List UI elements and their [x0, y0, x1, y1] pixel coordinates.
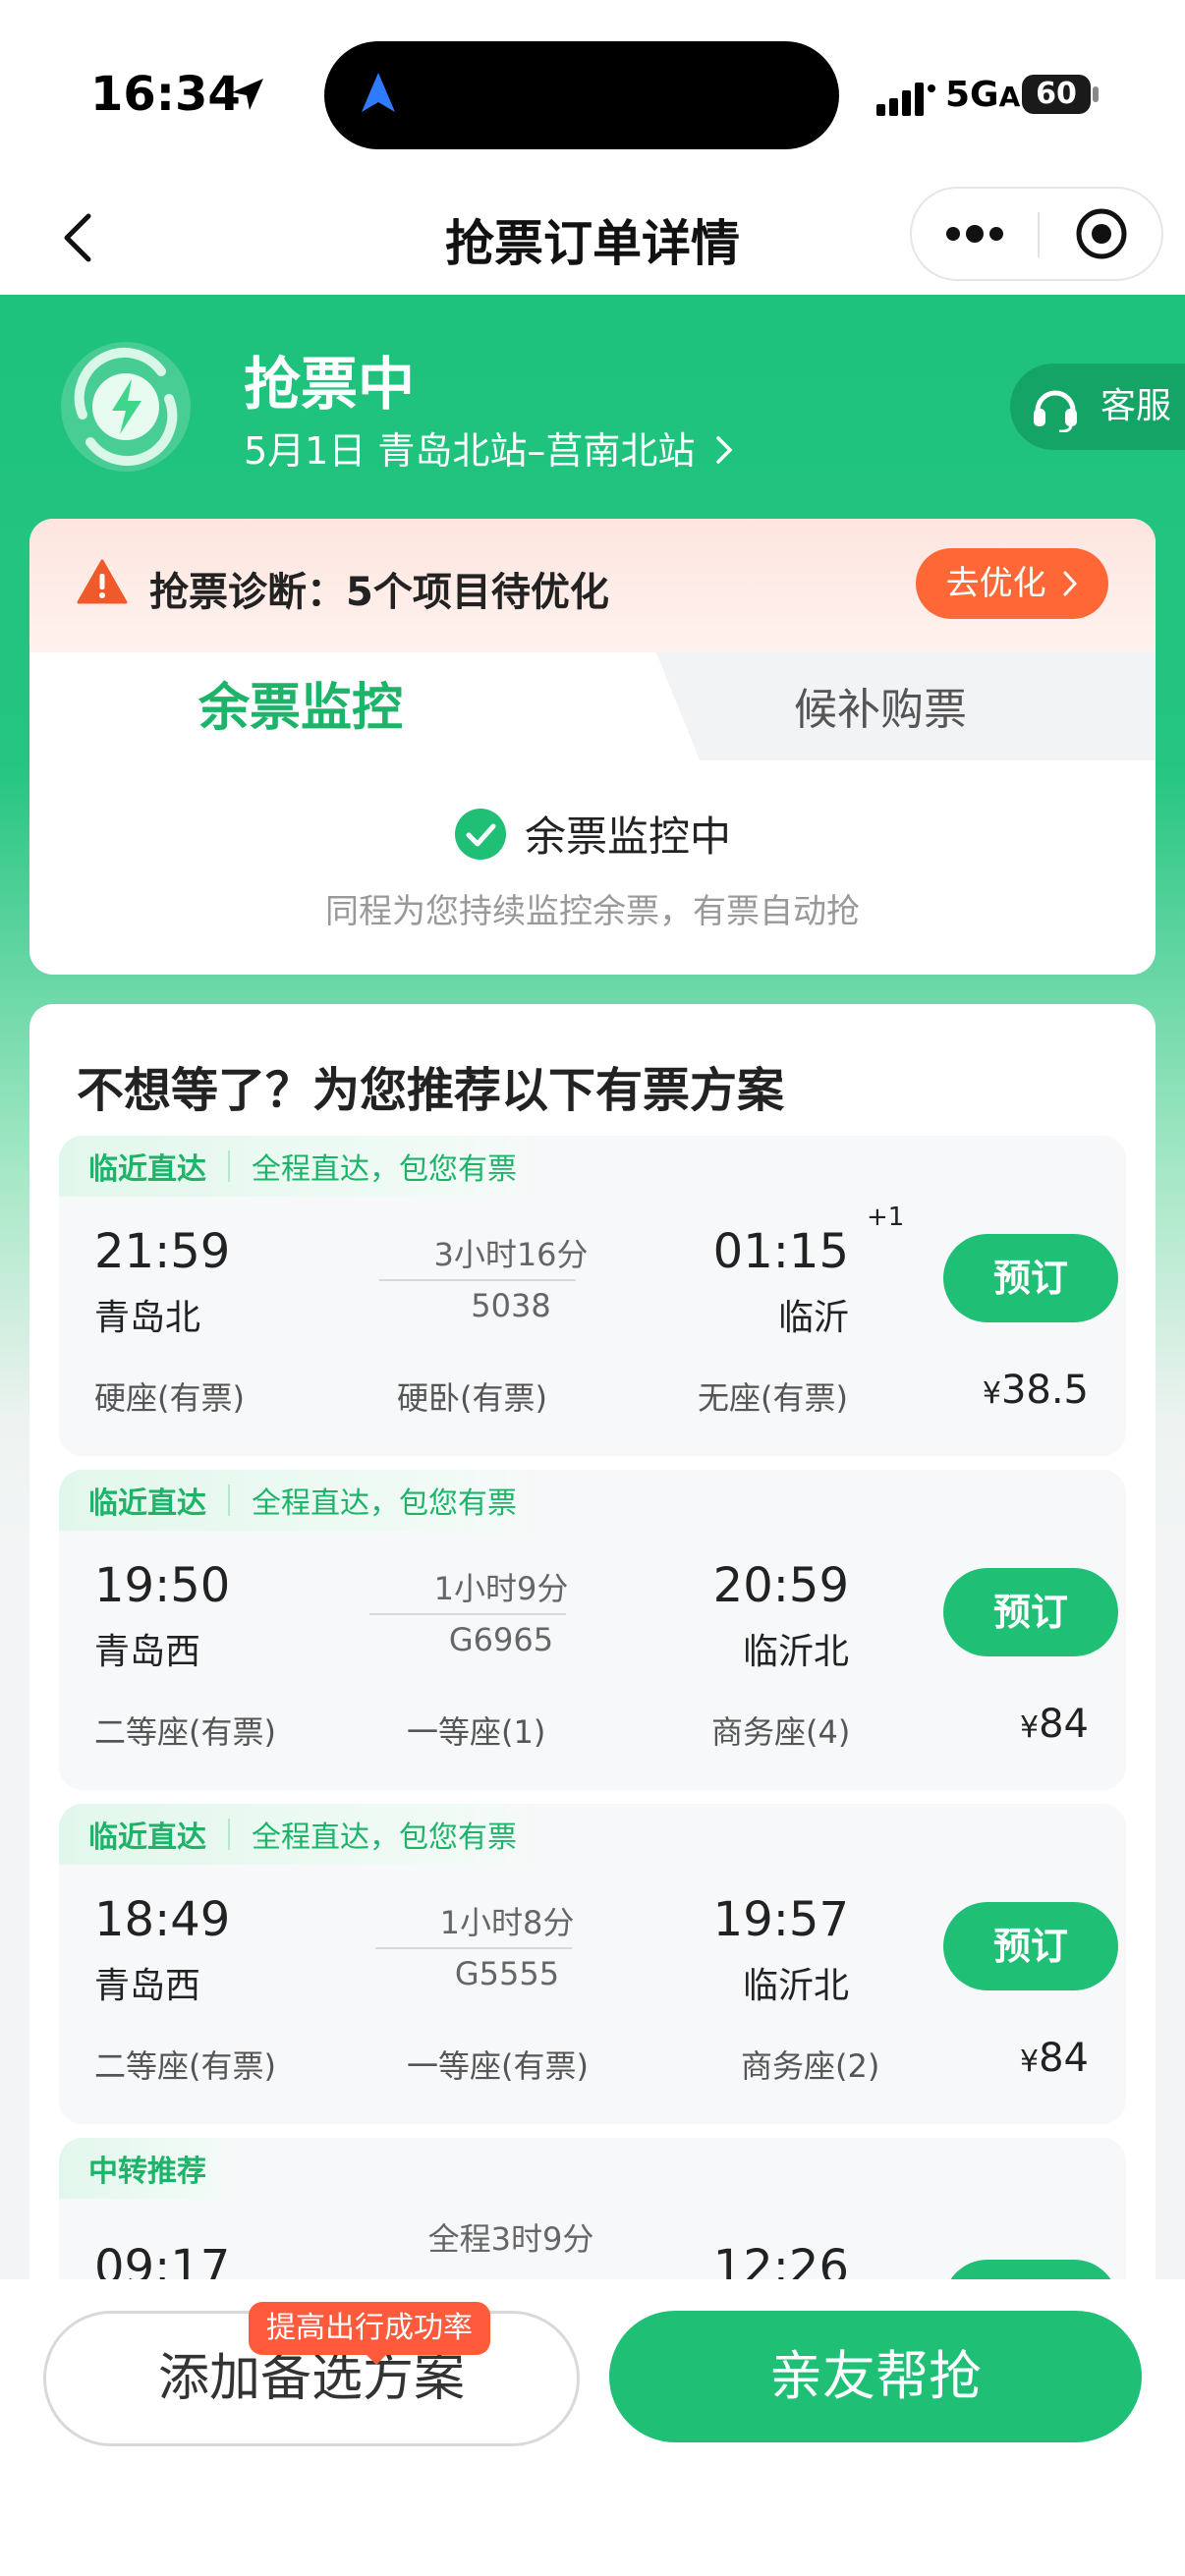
close-miniprogram-button[interactable]	[1040, 189, 1163, 279]
direct-tag: 临近直达 全程直达，包您有票	[59, 1470, 546, 1531]
seat-type: 商务座(2)	[741, 2047, 880, 2085]
check-circle-icon	[454, 808, 506, 860]
train-option-card[interactable]: 临近直达 全程直达，包您有票 21:59 青岛北 3小时16分 5038 01:1…	[59, 1136, 1126, 1456]
arrival-time: 20:59	[712, 1558, 849, 1613]
grab-status-title: 抢票中	[244, 351, 416, 418]
warning-icon	[77, 559, 128, 604]
friend-help-button[interactable]: 亲友帮抢	[609, 2311, 1142, 2442]
direct-tag: 临近直达 全程直达，包您有票	[59, 1136, 546, 1197]
train-option-card[interactable]: 临近直达 全程直达，包您有票 19:50 青岛西 1小时9分 G6965 20:5…	[59, 1470, 1126, 1790]
location-arrow-icon	[232, 79, 263, 110]
seat-type: 二等座(有票)	[94, 2047, 276, 2085]
success-rate-tip: 提高出行成功率	[249, 2302, 490, 2365]
diagnosis-bar: 抢票诊断：5个项目待优化 去优化	[29, 519, 1156, 652]
monitor-card: 抢票诊断：5个项目待优化 去优化 余票监控 候补购票 余票监控中 同程为您持续监…	[29, 519, 1156, 975]
ticket-price: ¥38.5	[982, 1368, 1089, 1413]
duration-line	[375, 1947, 572, 1949]
train-number: 5038	[471, 1287, 551, 1324]
duration-line	[369, 1613, 566, 1615]
battery-level: 60	[1022, 75, 1091, 114]
battery-tip	[1093, 86, 1099, 102]
more-button[interactable]	[912, 189, 1038, 279]
headset-icon	[1034, 390, 1077, 432]
monitor-status-text: 余票监控中	[524, 812, 731, 861]
tab-waitlist-label: 候补购票	[794, 685, 967, 735]
customer-service-button[interactable]: 客服	[1010, 364, 1185, 450]
travel-duration: 1小时9分	[433, 1570, 569, 1607]
nav-bar: 抢票订单详情	[0, 177, 1185, 295]
seat-type: 硬卧(有票)	[397, 1379, 547, 1417]
departure-station: 青岛西	[94, 1966, 201, 2006]
arrival-station: 临沂北	[742, 1632, 849, 1672]
book-button[interactable]: 预订	[943, 1902, 1118, 1990]
add-alternative-button[interactable]: 添加备选方案 提高出行成功率	[43, 2302, 580, 2446]
navigation-arrow-icon	[362, 73, 395, 112]
arrival-station: 临沂北	[742, 1966, 849, 2006]
seat-type: 一等座(有票)	[407, 2047, 589, 2085]
departure-station: 青岛西	[94, 1632, 201, 1672]
book-button[interactable]: 预订	[943, 1568, 1118, 1656]
optimize-button[interactable]: 去优化	[916, 548, 1108, 619]
more-dots-icon	[946, 225, 1003, 243]
departure-time: 18:49	[94, 1892, 231, 1947]
departure-time: 19:50	[94, 1558, 231, 1613]
back-button[interactable]	[39, 198, 118, 277]
diagnosis-text: 抢票诊断：5个项目待优化	[149, 570, 609, 615]
duration-line	[379, 1279, 576, 1281]
route-info-link[interactable]: 5月1日 青岛北站–莒南北站	[244, 420, 735, 475]
transfer-tag: 中转推荐	[59, 2138, 236, 2199]
grabbing-lightning-icon	[61, 342, 191, 472]
customer-service-label: 客服	[1100, 386, 1172, 426]
train-option-card[interactable]: 临近直达 全程直达，包您有票 18:49 青岛西 1小时8分 G5555 19:5…	[59, 1804, 1126, 2124]
status-time: 16:34	[90, 67, 241, 122]
arrival-time: 19:57	[712, 1892, 849, 1947]
seat-type: 商务座(4)	[711, 1713, 851, 1751]
travel-duration: 3小时16分	[433, 1236, 589, 1273]
train-number: G6965	[448, 1621, 554, 1658]
travel-duration: 1小时8分	[439, 1904, 575, 1941]
status-bar: 16:34 5GA 60	[0, 0, 1185, 177]
monitor-status: 余票监控中	[29, 804, 1156, 864]
travel-duration: 全程3时9分	[427, 2220, 594, 2258]
bottom-action-bar: 添加备选方案 提高出行成功率 亲友帮抢	[0, 2279, 1185, 2576]
monitor-subtitle: 同程为您持续监控余票，有票自动抢	[325, 892, 860, 931]
arrival-station: 临沂	[777, 1298, 849, 1338]
dynamic-island	[324, 41, 839, 149]
ticket-price: ¥84	[1020, 1702, 1089, 1747]
next-day-marker: +1	[867, 1203, 905, 1232]
seat-type: 一等座(1)	[407, 1713, 546, 1751]
chevron-right-icon	[1063, 571, 1078, 596]
seat-type: 无座(有票)	[698, 1379, 848, 1417]
tab-ticket-monitor-label: 余票监控	[198, 679, 404, 738]
book-button[interactable]: 预订	[943, 1234, 1118, 1322]
direct-tag: 临近直达 全程直达，包您有票	[59, 1804, 546, 1865]
recommend-title: 不想等了？为您推荐以下有票方案	[77, 1063, 785, 1118]
target-close-icon	[1076, 208, 1127, 259]
chevron-left-icon	[64, 213, 91, 262]
seat-type: 硬座(有票)	[94, 1379, 245, 1417]
network-type: 5GA	[945, 75, 1021, 115]
route-text: 5月1日 青岛北站–莒南北站	[244, 429, 696, 473]
ticket-price: ¥84	[1020, 2036, 1089, 2081]
miniprogram-capsule	[910, 187, 1163, 281]
optimize-label: 去优化	[945, 564, 1046, 603]
arrival-time: 01:15	[712, 1224, 849, 1279]
add-alternative-label: 添加备选方案	[157, 2349, 465, 2408]
departure-station: 青岛北	[94, 1298, 201, 1338]
cellular-signal-icon	[876, 83, 935, 116]
train-number: G5555	[454, 1955, 560, 1992]
seat-type: 二等座(有票)	[94, 1713, 276, 1751]
chevron-right-icon	[715, 436, 733, 464]
departure-time: 21:59	[94, 1224, 231, 1279]
